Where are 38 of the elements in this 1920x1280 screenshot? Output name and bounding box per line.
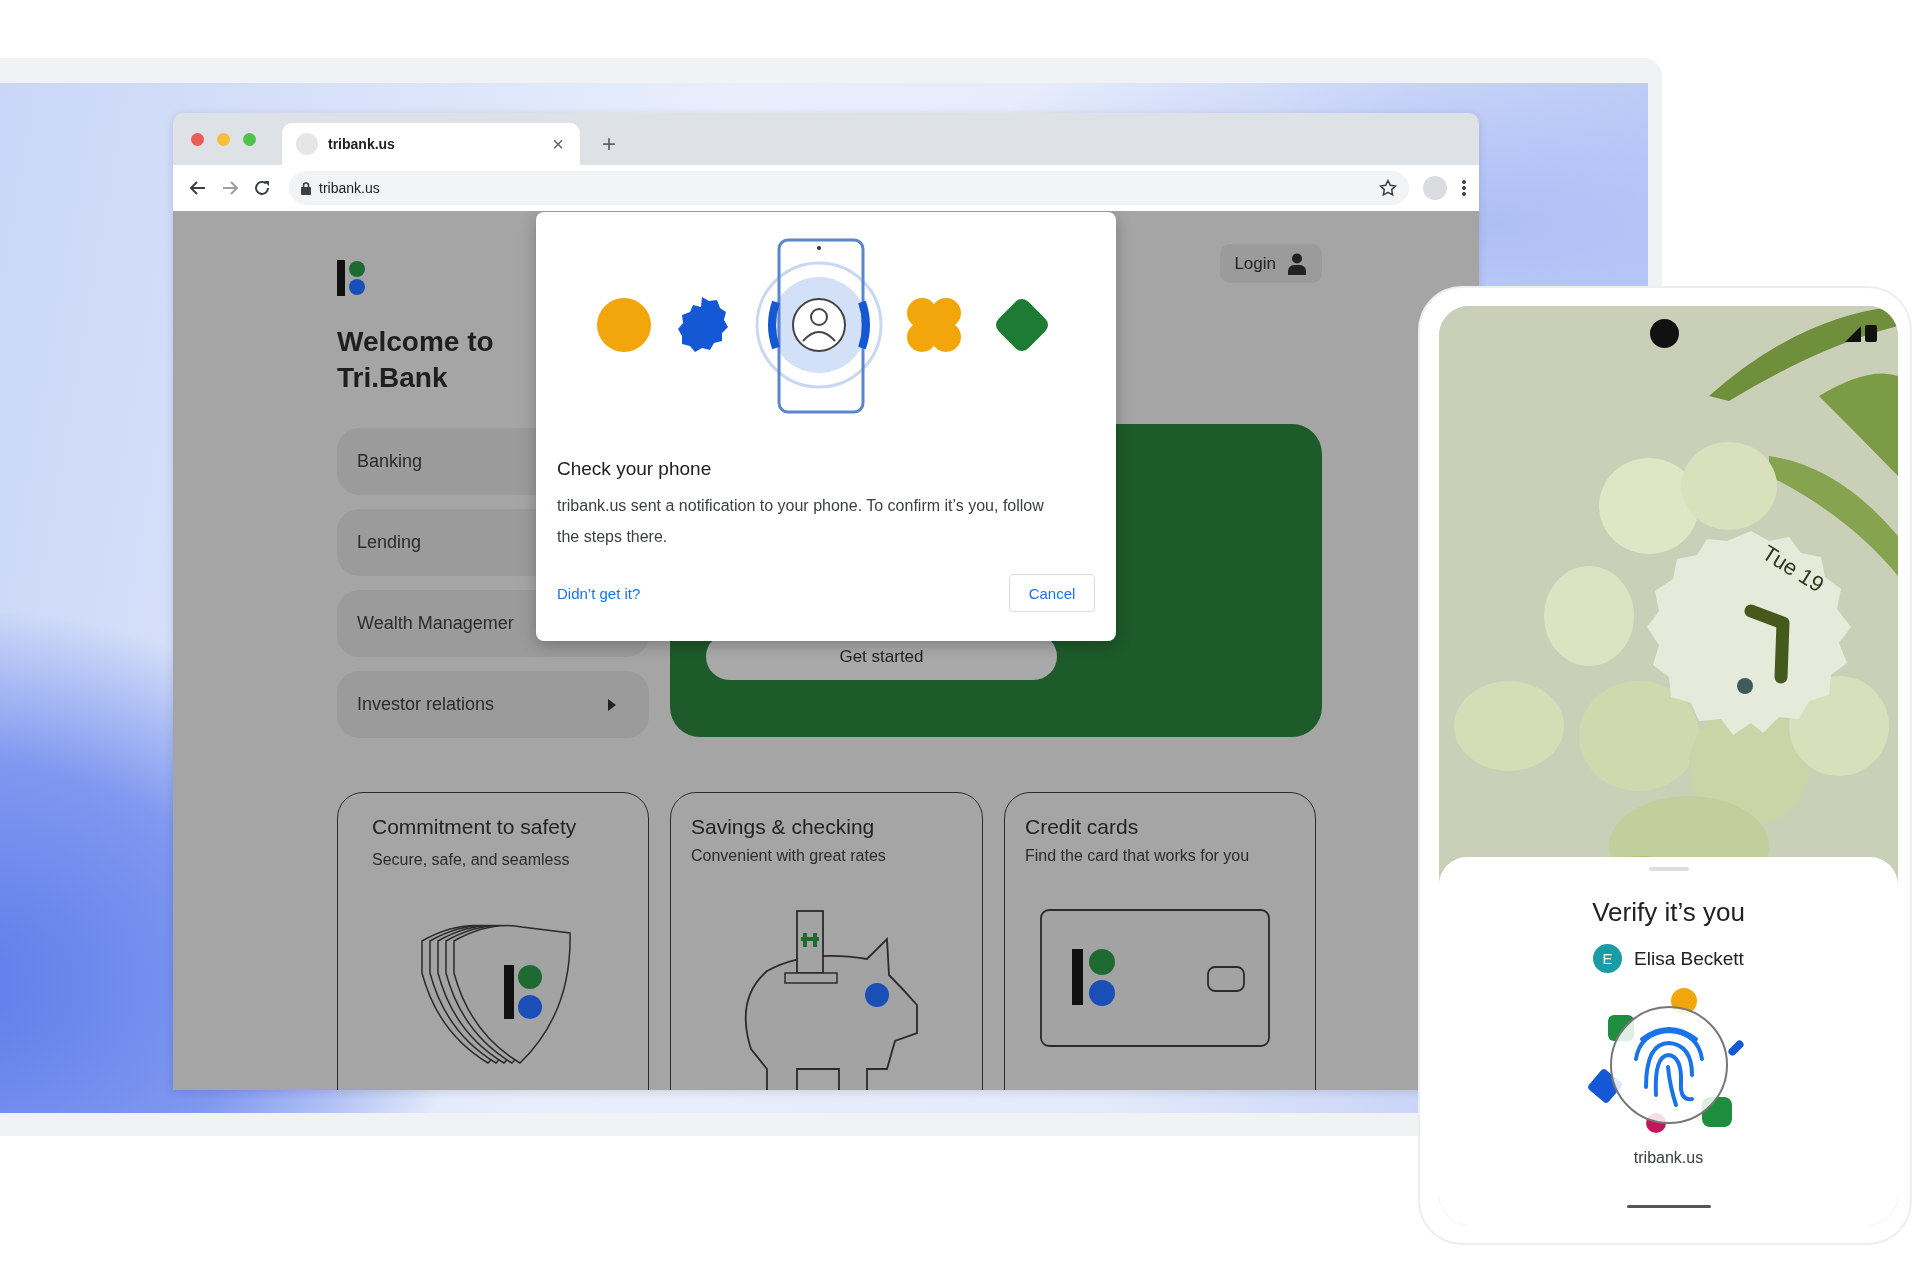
card-title: Commitment to safety (371, 815, 577, 839)
browser-tab[interactable]: tribank.us × (282, 123, 580, 165)
sheet-handle[interactable] (1648, 867, 1689, 871)
account-avatar: E (1593, 944, 1623, 973)
profile-avatar[interactable] (1423, 176, 1447, 200)
reload-icon[interactable] (253, 179, 271, 197)
bank-logo (337, 260, 367, 296)
tab-close-button[interactable]: × (550, 132, 566, 156)
star-icon[interactable] (1379, 179, 1397, 197)
person-icon (1288, 252, 1306, 275)
card-subtitle: Secure, safe, and seamless (371, 851, 570, 869)
signal-icon (1845, 322, 1879, 342)
card-subtitle: Find the card that works for you (1024, 847, 1250, 865)
account-name: Elisa Beckett (1634, 947, 1744, 970)
cancel-button[interactable]: Cancel (1009, 574, 1095, 612)
favicon-icon (296, 133, 318, 155)
lock-icon (301, 181, 311, 195)
back-icon[interactable] (189, 179, 207, 197)
card-title: Savings & checking (690, 815, 875, 839)
sheet-title: Verify it’s you (1592, 897, 1745, 928)
menu-icon[interactable] (1461, 179, 1467, 197)
feature-card[interactable]: Savings & checking Convenient with great rates (670, 792, 983, 1090)
card-title: Credit cards (1024, 815, 1139, 839)
lock-screen-date: Tue 19 (1757, 540, 1829, 598)
new-tab-button[interactable]: + (596, 129, 622, 159)
site-name: tribank.us (1633, 1149, 1704, 1167)
nav-item[interactable]: Investor relations (337, 671, 649, 738)
home-indicator[interactable] (1626, 1205, 1711, 1208)
address-bar[interactable]: tribank.us (289, 171, 1409, 205)
close-window-button[interactable] (191, 132, 204, 146)
login-button[interactable]: Login (1220, 244, 1322, 283)
feature-card[interactable]: Credit cards Find the card that works for you (1004, 792, 1316, 1090)
page-heading: Welcome to Tri.Bank (337, 325, 495, 395)
tab-title: tribank.us (328, 136, 396, 152)
maximize-window-button[interactable] (243, 132, 256, 146)
feature-card[interactable]: Commitment to safety Secure, safe, and seamless (337, 792, 649, 1090)
card-subtitle: Convenient with great rates (690, 847, 886, 865)
forward-icon[interactable] (221, 179, 239, 197)
